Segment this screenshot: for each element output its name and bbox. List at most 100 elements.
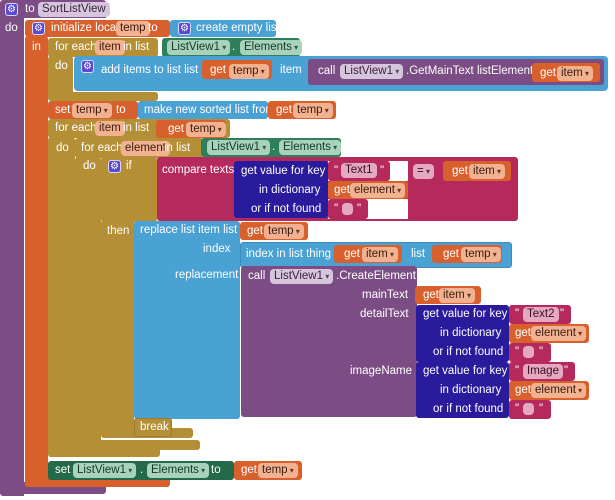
- initialize-local-rail: [25, 36, 48, 486]
- not-found-label: or if not found: [433, 346, 504, 358]
- empty-text-field[interactable]: [523, 403, 534, 415]
- initialize-local-label: initialize local: [51, 22, 119, 34]
- for-each-item-footer: [48, 92, 158, 101]
- quote-open: ": [334, 165, 339, 177]
- for-each-label: for each: [55, 122, 97, 134]
- quote-open: ": [515, 308, 520, 320]
- component-dropdown[interactable]: ListView1: [340, 64, 404, 79]
- compare-texts-label: compare texts: [162, 164, 235, 176]
- to-label: to: [211, 464, 221, 476]
- procedure-to-label: to: [25, 3, 35, 15]
- list-label: list: [411, 248, 426, 260]
- to-label: to: [116, 104, 126, 116]
- get-label: get: [344, 248, 360, 260]
- get-label: get: [247, 225, 263, 237]
- quote-close: ": [357, 203, 362, 215]
- var-dropdown[interactable]: item: [469, 164, 505, 179]
- procedure-do-label: do: [5, 22, 18, 34]
- loop-var-field[interactable]: element: [121, 141, 170, 156]
- var-dropdown[interactable]: temp: [258, 463, 298, 478]
- in-dictionary-label: in dictionary: [440, 384, 502, 396]
- get-label: get: [241, 464, 257, 476]
- then-label: then: [107, 225, 130, 237]
- empty-text-field[interactable]: [342, 203, 353, 215]
- var-dropdown[interactable]: temp: [186, 122, 226, 137]
- key-label: get value for key: [423, 365, 508, 377]
- index-in-list-label: index in list thing: [246, 248, 332, 260]
- var-dropdown[interactable]: element: [531, 383, 587, 398]
- gear-icon[interactable]: ⚙: [178, 22, 191, 35]
- gear-icon[interactable]: ⚙: [32, 22, 45, 35]
- component-dropdown[interactable]: ListView1: [73, 463, 137, 478]
- gear-icon[interactable]: ⚙: [5, 3, 18, 16]
- get-label: get: [168, 123, 184, 135]
- in-dictionary-label: in dictionary: [259, 184, 321, 196]
- get-label: get: [443, 248, 459, 260]
- local-var-name-field[interactable]: temp: [116, 21, 150, 36]
- for-each-label: for each: [55, 41, 97, 53]
- replace-label: replace list item list: [140, 224, 238, 236]
- component-dropdown[interactable]: ListView1: [270, 269, 334, 284]
- add-items-label: add items to list list: [101, 64, 199, 76]
- key-label: get value for key: [423, 308, 508, 320]
- do-label: do: [55, 60, 68, 72]
- var-dropdown[interactable]: temp: [72, 103, 112, 118]
- var-dropdown[interactable]: item: [439, 288, 475, 303]
- loop-var-field[interactable]: item: [95, 121, 125, 136]
- text-key-field[interactable]: Text2: [523, 307, 559, 322]
- quote-close: ": [380, 165, 385, 177]
- quote-open: ": [515, 365, 520, 377]
- not-found-label: or if not found: [433, 403, 504, 415]
- empty-text-field[interactable]: [523, 346, 534, 358]
- procedure-name-field[interactable]: SortListView: [38, 2, 110, 17]
- quote-open: ": [515, 346, 520, 358]
- loop-var-field[interactable]: item: [95, 40, 125, 55]
- sorted-list-label: make new sorted list from: [144, 104, 276, 116]
- do-label: do: [83, 160, 96, 172]
- var-dropdown[interactable]: item: [557, 66, 593, 81]
- for-each-element-rail: [75, 157, 101, 447]
- procedure-body-rail: [0, 17, 24, 496]
- for-each-label: for each: [81, 142, 123, 154]
- text-key-field[interactable]: Image: [523, 364, 563, 379]
- in-dictionary-label: in dictionary: [440, 327, 502, 339]
- operator-dropdown[interactable]: =: [413, 164, 434, 179]
- component-dropdown[interactable]: ListView1: [207, 140, 271, 155]
- var-dropdown[interactable]: temp: [264, 224, 304, 239]
- var-dropdown[interactable]: temp: [293, 103, 333, 118]
- var-dropdown[interactable]: item: [362, 247, 398, 262]
- property-dropdown[interactable]: Elements: [279, 140, 342, 155]
- break-label: break: [140, 421, 169, 433]
- for-each-item-sorted-rail: [48, 137, 75, 457]
- in-list-label: in list: [164, 142, 191, 154]
- var-dropdown[interactable]: temp: [229, 64, 269, 79]
- quote-open: ": [515, 403, 520, 415]
- component-dropdown[interactable]: ListView1: [167, 40, 231, 55]
- var-dropdown[interactable]: element: [531, 326, 587, 341]
- method-label: .GetMainText listElement: [406, 65, 534, 77]
- property-dropdown[interactable]: Elements: [240, 40, 303, 55]
- quote-close: ": [539, 346, 544, 358]
- get-label: get: [423, 289, 439, 301]
- item-label: item: [280, 64, 302, 76]
- set-label: set: [55, 464, 71, 476]
- detail-text-label: detailText: [360, 308, 409, 320]
- index-label: index: [203, 243, 231, 255]
- initialize-to-label: to: [148, 22, 158, 34]
- var-dropdown[interactable]: element: [350, 183, 406, 198]
- gear-icon[interactable]: ⚙: [108, 160, 121, 173]
- property-dropdown[interactable]: Elements: [147, 463, 210, 478]
- dot-label: .: [232, 41, 236, 53]
- if-then-rail: [101, 220, 134, 435]
- get-label: get: [515, 327, 531, 339]
- var-dropdown[interactable]: temp: [461, 247, 501, 262]
- create-empty-list-label: create empty list: [196, 22, 280, 34]
- text-key-field[interactable]: Text1: [341, 163, 377, 178]
- gear-icon[interactable]: ⚙: [81, 60, 94, 73]
- quote-close: ": [564, 365, 569, 377]
- call-label: call: [318, 65, 336, 77]
- dot-label: .: [140, 464, 144, 476]
- in-list-label: in list: [123, 41, 150, 53]
- get-label: get: [276, 104, 292, 116]
- call-label: call: [248, 270, 266, 282]
